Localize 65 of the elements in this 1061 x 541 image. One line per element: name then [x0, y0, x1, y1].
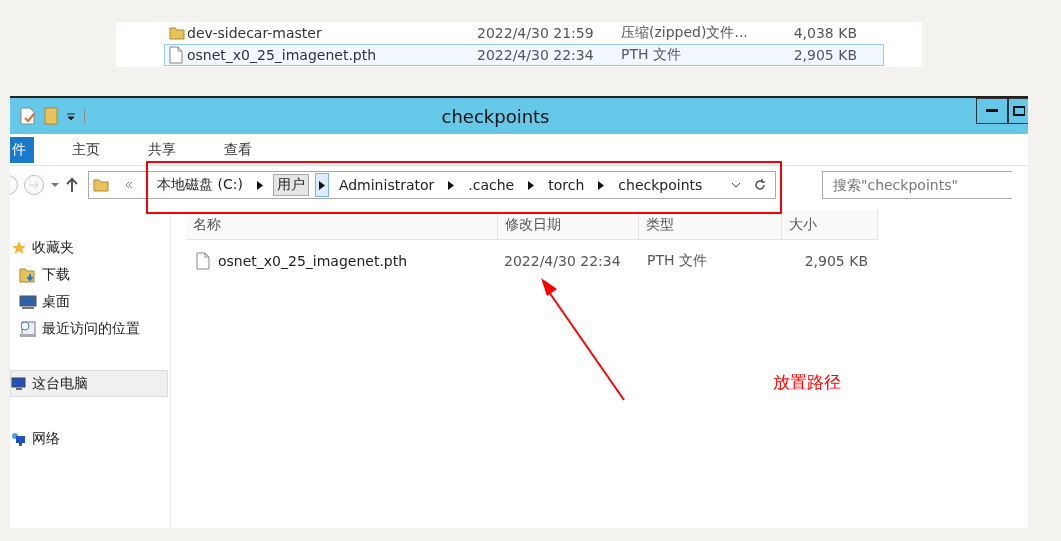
file-icon	[196, 252, 210, 270]
star-icon	[11, 239, 27, 256]
sidebar-item[interactable]: 最近访问的位置	[10, 315, 168, 342]
triangle-icon	[318, 180, 325, 190]
chevron-icon	[125, 181, 133, 189]
modified-date: 2022/4/30 22:34	[503, 253, 622, 269]
folder-icon	[93, 177, 109, 193]
sidebar-item[interactable]: 收藏夹	[10, 234, 168, 261]
breadcrumb[interactable]: 用户	[272, 174, 309, 196]
file-icon	[169, 46, 183, 64]
file-name: dev-sidecar-master	[187, 25, 323, 41]
breadcrumb[interactable]: .cache	[464, 175, 519, 195]
column-header[interactable]: 修改日期	[498, 210, 639, 239]
dropdown-icon[interactable]	[731, 182, 741, 188]
column-header[interactable]: 大小	[782, 210, 878, 239]
maximize-icon	[1012, 106, 1025, 116]
network-icon	[11, 430, 27, 447]
file-type: 压缩(zipped)文件...	[621, 24, 749, 42]
modified-date: 2022/4/30 22:34	[477, 47, 595, 63]
breadcrumb[interactable]: Administrator	[334, 175, 439, 195]
triangle-icon	[528, 180, 535, 190]
download-folder-icon	[19, 265, 37, 284]
breadcrumb[interactable]: torch	[544, 175, 589, 195]
triangle-icon	[256, 180, 263, 190]
annotation-text: 放置路径	[773, 371, 841, 394]
breadcrumb[interactable]: checkpoints	[614, 175, 707, 195]
address-bar[interactable]: 本地磁盘 (C:) 用户 Administrator .cache torch checkpoints	[88, 171, 776, 199]
breadcrumb[interactable]: 本地磁盘 (C:)	[153, 174, 247, 196]
file-size: 2,905 KB	[803, 253, 869, 269]
column-header[interactable]: 类型	[639, 210, 782, 239]
file-type: PTH 文件	[646, 252, 708, 270]
ribbon-tab[interactable]: 件	[10, 136, 34, 163]
monitor-icon	[19, 294, 37, 309]
dropdown-icon[interactable]	[66, 111, 76, 121]
up-arrow-icon[interactable]	[66, 177, 78, 193]
file-name: osnet_x0_25_imagenet.pth	[187, 47, 378, 63]
file-row[interactable]: osnet_x0_25_imagenet.pth 2022/4/30 22:34 PTH 文件 2,905 KB	[164, 44, 884, 66]
sidebar-item[interactable]: 桌面	[10, 288, 168, 315]
minimize-button[interactable]	[976, 98, 1008, 124]
breadcrumb-arrow-button[interactable]	[314, 173, 329, 197]
search-field[interactable]: 搜索"checkpoints"	[822, 171, 1012, 199]
maximize-button[interactable]	[1008, 98, 1028, 124]
file-row[interactable]: dev-sidecar-master 2022/4/30 21:59 压缩(zipped)文件... 4,038 KB	[164, 22, 884, 44]
file-size: 4,038 KB	[792, 25, 857, 41]
window-title: checkpoints	[441, 105, 550, 127]
ribbon-tab[interactable]: 查看	[210, 136, 266, 163]
minimize-icon	[986, 109, 998, 113]
modified-date: 2022/4/30 21:59	[477, 25, 595, 41]
dropdown-icon[interactable]	[50, 182, 60, 188]
file-type: PTH 文件	[621, 46, 682, 64]
sidebar-item[interactable]: 下载	[10, 261, 168, 288]
recent-places-icon	[19, 319, 37, 338]
computer-icon	[11, 375, 27, 392]
sidebar-item[interactable]: 网络	[10, 425, 168, 452]
triangle-icon	[448, 180, 455, 190]
properties-icon[interactable]	[20, 107, 36, 125]
folder-icon	[169, 25, 185, 41]
ribbon-tab[interactable]: 共享	[134, 136, 190, 163]
ribbon-tab[interactable]: 主页	[58, 136, 114, 163]
sidebar-item[interactable]: 这台电脑	[10, 370, 168, 397]
column-header[interactable]: 名称	[186, 210, 498, 239]
refresh-icon[interactable]	[753, 178, 767, 192]
triangle-icon	[598, 180, 605, 190]
file-size: 2,905 KB	[792, 47, 857, 63]
file-name: osnet_x0_25_imagenet.pth	[218, 253, 408, 269]
